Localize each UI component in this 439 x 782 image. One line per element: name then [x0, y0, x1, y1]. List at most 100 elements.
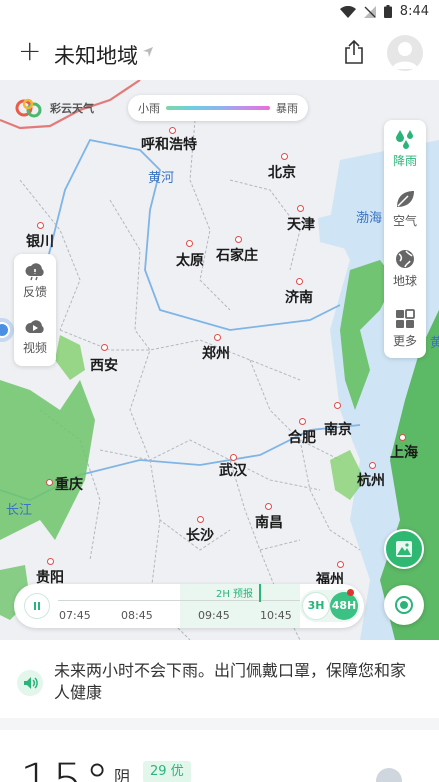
user-icon [392, 42, 418, 69]
timeline-time: 09:45 [198, 609, 230, 622]
city-label: 济南 [285, 290, 313, 306]
layer-rain-label: 降雨 [392, 154, 417, 168]
river-label-yangtze: 长江 [6, 503, 33, 518]
toggle-48h-button[interactable]: 48H [330, 592, 358, 620]
logo-text: 彩云天气 [50, 102, 94, 115]
city-marker [369, 462, 376, 469]
video-label: 视频 [22, 341, 47, 355]
city-marker [169, 127, 176, 134]
share-icon[interactable] [342, 39, 366, 65]
wifi-icon [339, 5, 356, 18]
section-divider [0, 718, 439, 730]
city-label: 杭州 [357, 473, 385, 489]
status-time: 8:44 [399, 4, 429, 19]
sea-label-bohai: 渤海 [356, 211, 383, 226]
cloudy-icon [376, 768, 402, 782]
caiyun-logo: 彩云天气 [14, 98, 94, 118]
feedback-cloud-icon [25, 263, 44, 281]
city-label: 重庆 [55, 477, 83, 493]
river-label-yellow: 黄河 [148, 171, 175, 186]
current-weather[interactable]: 15° 阴 29 优 [0, 730, 439, 782]
city-label: 南昌 [255, 515, 283, 531]
city-marker [214, 334, 221, 341]
layer-rain-button[interactable]: 降雨 [384, 120, 426, 176]
legend-gradient [166, 106, 270, 110]
location-title[interactable]: 未知地域 [54, 40, 138, 70]
globe-icon [396, 250, 414, 268]
grid-icon [396, 309, 415, 328]
timeline-time: 07:45 [59, 609, 91, 622]
feedback-label: 反馈 [22, 285, 47, 299]
city-label: 呼和浩特 [141, 137, 197, 153]
layer-earth-button[interactable]: 地球 [384, 240, 426, 296]
city-marker [296, 278, 303, 285]
video-button[interactable]: 视频 [14, 310, 56, 364]
city-marker [47, 558, 54, 565]
radar-timeline[interactable]: 2H 预报 07:45 08:45 09:45 10:45 3H 48H [14, 584, 364, 628]
status-icons: 8:44 [339, 4, 429, 19]
feedback-button[interactable]: 反馈 [14, 254, 56, 308]
video-cloud-icon [25, 320, 44, 333]
avatar[interactable] [387, 35, 423, 71]
city-label: 郑州 [202, 346, 230, 362]
city-marker [399, 434, 406, 441]
pause-icon [34, 602, 40, 610]
city-label: 太原 [176, 253, 204, 269]
city-marker [299, 418, 306, 425]
legend-min-label: 小雨 [138, 102, 160, 115]
locate-me-button[interactable] [384, 585, 424, 625]
layer-more-label: 更多 [392, 334, 417, 348]
radar-map[interactable]: 彩云天气 小雨 暴雨 呼和浩特 北京 天津 银川 太原 石家庄 济南 西安 郑州… [0, 80, 439, 640]
pause-button[interactable] [24, 593, 50, 619]
header: + 未知地域 [0, 26, 439, 80]
city-label: 上海 [390, 445, 418, 461]
city-marker [186, 240, 193, 247]
speaker-icon [24, 677, 38, 689]
city-marker [37, 222, 44, 229]
city-label: 天津 [287, 217, 315, 233]
sea-label-yellow: 黄 [430, 336, 439, 351]
forecast-label: 2H 预报 [216, 589, 254, 600]
feedback-panel: 反馈 视频 [14, 254, 56, 366]
city-marker [337, 561, 344, 568]
timeline-track[interactable]: 2H 预报 07:45 08:45 09:45 10:45 [58, 584, 300, 628]
city-marker [334, 402, 341, 409]
city-marker [101, 344, 108, 351]
city-label: 合肥 [288, 430, 316, 446]
caiyun-logo-icon [15, 98, 42, 118]
city-label: 长沙 [186, 528, 214, 544]
timeline-cursor[interactable] [259, 584, 261, 602]
city-marker [46, 479, 53, 486]
locate-icon [395, 596, 413, 614]
aqi-badge[interactable]: 29 优 [143, 761, 191, 782]
speaker-button[interactable] [17, 670, 43, 696]
city-marker [297, 205, 304, 212]
city-label: 南京 [324, 422, 352, 438]
city-label: 银川 [26, 234, 54, 250]
weather-photo-button[interactable] [384, 529, 424, 569]
city-marker [235, 236, 242, 243]
signal-off-icon [363, 5, 376, 18]
layer-more-button[interactable]: 更多 [384, 300, 426, 356]
mountain-photo-icon [396, 541, 412, 557]
city-marker [281, 153, 288, 160]
layer-air-label: 空气 [392, 214, 417, 228]
status-bar: 8:44 [0, 0, 439, 26]
weather-condition: 阴 [114, 767, 131, 782]
leaf-icon [397, 191, 414, 207]
toggle-3h-button[interactable]: 3H [302, 592, 330, 620]
rain-notice: 未来两小时不会下雨。出门佩戴口罩，保障您和家人健康 [0, 640, 439, 718]
city-marker [265, 503, 272, 510]
battery-icon [383, 5, 392, 18]
notice-text: 未来两小时不会下雨。出门佩戴口罩，保障您和家人健康 [54, 661, 407, 702]
legend-max-label: 暴雨 [276, 102, 298, 115]
city-marker [197, 516, 204, 523]
add-location-button[interactable]: + [18, 37, 41, 65]
city-label: 武汉 [219, 463, 247, 479]
layer-air-button[interactable]: 空气 [384, 180, 426, 236]
rain-drops-icon [396, 130, 413, 149]
timeline-baseline [58, 600, 300, 601]
map-layer-panel: 降雨 空气 地球 更多 [384, 120, 426, 358]
new-indicator-dot [347, 589, 354, 596]
timeline-time: 10:45 [260, 609, 292, 622]
